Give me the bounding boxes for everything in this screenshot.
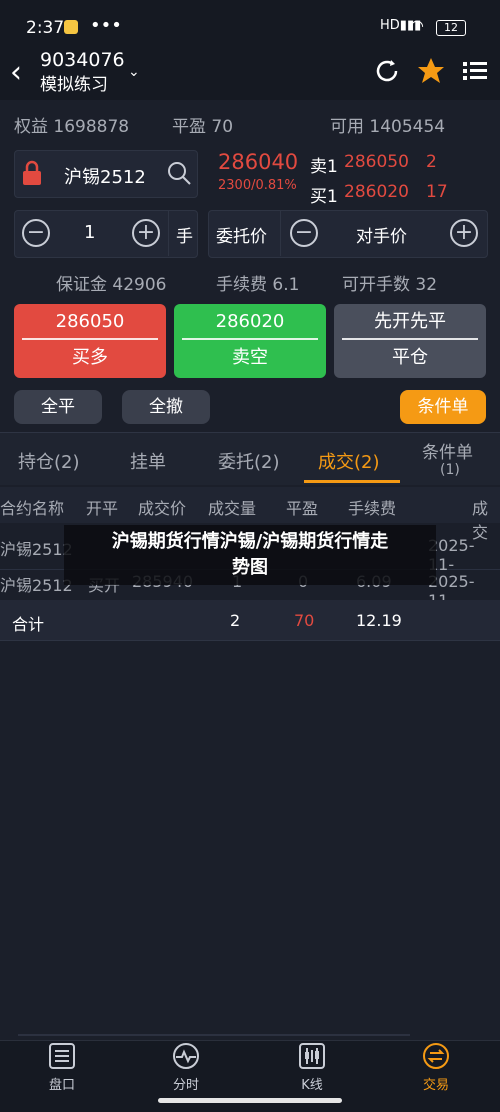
tab-positions[interactable]: 持仓(2) — [18, 448, 80, 474]
close-label: 平仓 — [392, 347, 428, 368]
tab-conditional[interactable]: 条件单 — [422, 438, 473, 463]
margin-text: 保证金 42906 — [56, 275, 167, 295]
minus-icon[interactable]: − — [290, 219, 318, 247]
scroll-track — [18, 1034, 410, 1036]
search-icon[interactable] — [166, 160, 192, 190]
contract-name[interactable]: 沪锡2512 — [64, 163, 146, 189]
sell-short-button[interactable]: 286020 卖空 — [174, 304, 326, 378]
sell1-qty: 2 — [426, 152, 437, 172]
close-all-button[interactable]: 全平 — [14, 390, 102, 424]
tab-trades[interactable]: 成交(2) — [318, 448, 380, 474]
overlay-line-1: 沪锡期货行情沪锡/沪锡期货行情走 — [111, 531, 389, 552]
tab-conditional-count: (1) — [440, 462, 460, 478]
buy1-qty: 17 — [426, 182, 448, 202]
col-open-close: 开平 — [86, 499, 119, 518]
total-qty: 2 — [230, 611, 241, 630]
divider — [280, 210, 281, 256]
nav-label: 盘口 — [48, 1078, 75, 1093]
tab-orders[interactable]: 委托(2) — [218, 448, 280, 474]
total-fee: 12.19 — [356, 611, 402, 630]
cancel-all-button[interactable]: 全撤 — [122, 390, 210, 424]
price-type-label[interactable]: 委托价 — [216, 222, 267, 247]
nav-timeshare[interactable]: 分时 — [156, 1042, 216, 1093]
col-volume: 成交量 — [208, 499, 257, 518]
nav-kline[interactable]: K线 — [282, 1042, 342, 1093]
fee-text: 手续费 6.1 — [216, 275, 300, 295]
sell1-label: 卖1 — [310, 157, 338, 177]
buy-long-button[interactable]: 286050 买多 — [14, 304, 166, 378]
col-pnl: 平盈 — [286, 499, 319, 518]
close-mode: 先开先平 — [374, 311, 446, 332]
exchange-icon — [423, 1043, 449, 1069]
nav-orderbook[interactable]: 盘口 — [32, 1042, 92, 1093]
active-tab-indicator — [304, 480, 400, 483]
home-indicator[interactable] — [158, 1098, 342, 1103]
wifi-icon: ◠ — [410, 16, 424, 35]
counterparty-price[interactable]: 对手价 — [356, 222, 407, 247]
col-fee: 手续费 — [348, 499, 397, 518]
candlestick-icon — [299, 1043, 325, 1069]
battery-icon: 12 — [436, 20, 466, 36]
conditional-order-button[interactable]: 条件单 — [400, 390, 486, 424]
cell-contract: 沪锡2512 — [0, 540, 73, 559]
equity-text: 权益 1698878 — [14, 117, 130, 137]
buy1-price[interactable]: 286020 — [344, 182, 409, 202]
back-icon[interactable]: ‹ — [10, 58, 22, 88]
plus-icon[interactable]: + — [450, 219, 478, 247]
menu-list-icon[interactable] — [460, 56, 490, 86]
minus-icon[interactable]: − — [22, 219, 50, 247]
cell-contract: 沪锡2512 — [0, 576, 73, 595]
plus-icon[interactable]: + — [132, 219, 160, 247]
divider — [168, 210, 169, 256]
buy-label: 买多 — [72, 347, 108, 368]
total-row — [0, 600, 500, 641]
refresh-icon[interactable] — [372, 56, 402, 86]
pulse-icon — [173, 1043, 199, 1069]
lock-icon[interactable] — [22, 160, 42, 190]
nav-label: 交易 — [422, 1078, 449, 1093]
unit-label: 手 — [176, 227, 193, 247]
notification-icon — [64, 20, 78, 34]
sell1-price[interactable]: 286050 — [344, 152, 409, 172]
account-mode[interactable]: 模拟练习 — [40, 74, 108, 96]
pnl-text: 平盈 70 — [172, 117, 234, 137]
nav-trade[interactable]: 交易 — [406, 1042, 466, 1093]
total-pnl: 70 — [294, 611, 315, 630]
account-number[interactable]: 9034076 — [40, 48, 125, 72]
chevron-down-icon[interactable]: ⌄ — [128, 64, 140, 80]
available-text: 可用 1405454 — [330, 117, 446, 137]
nav-label: K线 — [301, 1078, 323, 1093]
col-price: 成交价 — [138, 499, 187, 518]
close-position-button[interactable]: 先开先平 平仓 — [334, 304, 486, 378]
status-time: 2:37 — [26, 18, 65, 38]
sell-label: 卖空 — [232, 347, 268, 368]
last-price: 286040 — [218, 150, 299, 174]
price-change: 2300/0.81% — [218, 178, 297, 193]
sell-price: 286020 — [215, 311, 285, 332]
openable-text: 可开手数 32 — [342, 275, 438, 295]
nav-label: 分时 — [172, 1078, 199, 1093]
total-label: 合计 — [12, 615, 45, 634]
tab-pending[interactable]: 挂单 — [130, 448, 166, 474]
orderbook-icon — [49, 1043, 75, 1069]
buy-price: 286050 — [55, 311, 125, 332]
overlay-line-2: 势图 — [232, 557, 268, 578]
col-contract: 合约名称 — [0, 499, 65, 518]
overlay-caption: 沪锡期货行情沪锡/沪锡期货行情走 势图 — [64, 525, 436, 585]
star-icon[interactable] — [416, 56, 446, 86]
buy1-label: 买1 — [310, 187, 338, 207]
more-dots-icon: ••• — [90, 15, 122, 36]
quantity-value[interactable]: 1 — [84, 222, 95, 243]
